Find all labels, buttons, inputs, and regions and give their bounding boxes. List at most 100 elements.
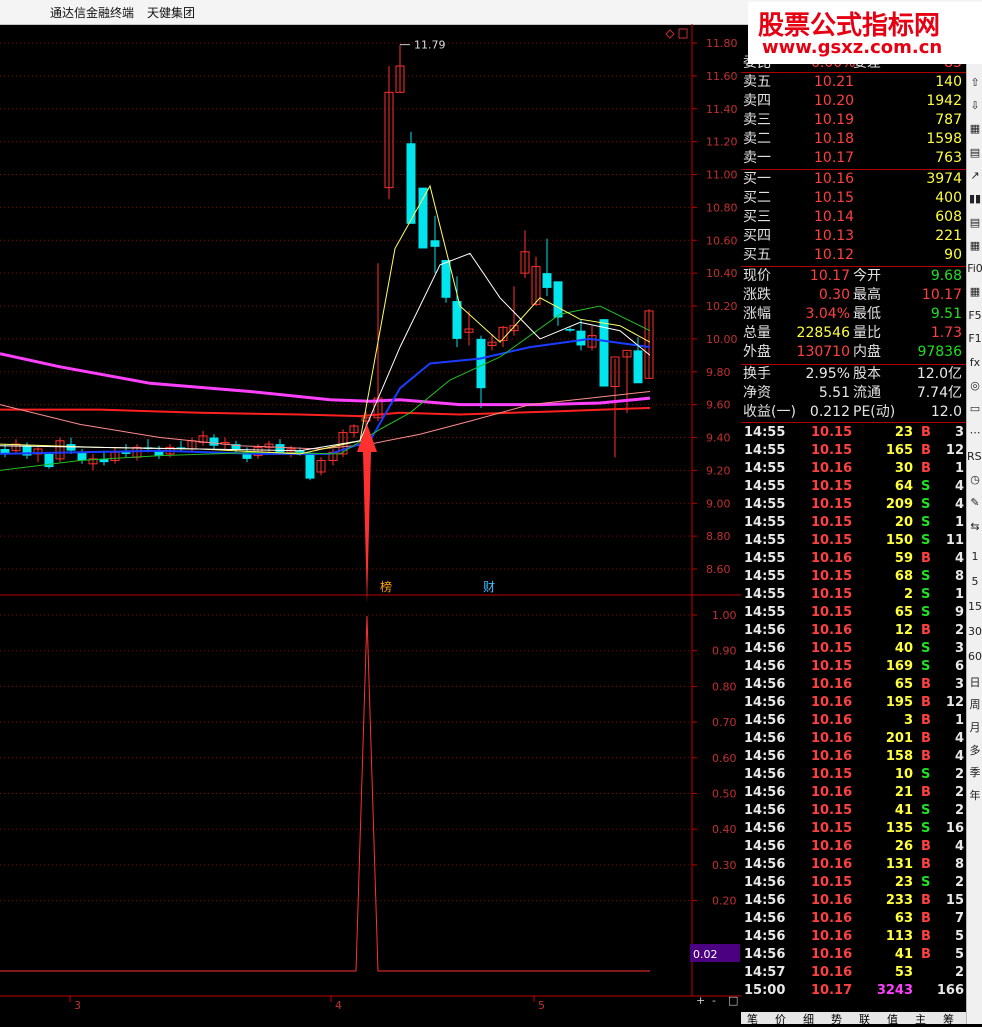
tick-side: B: [921, 623, 931, 638]
toolbar-button[interactable]: 5: [967, 573, 982, 591]
high-marker-label: 11.79: [414, 39, 446, 52]
toolbar-button[interactable]: fx: [967, 354, 982, 372]
toolbar-button[interactable]: Fi0: [967, 260, 982, 278]
price-axis-label: 10.80: [706, 201, 738, 214]
toolbar-button[interactable]: ⇩: [967, 97, 982, 115]
tick-row: 14:55 10.15 65 S 9: [741, 604, 966, 622]
tick-volume: 3243: [876, 983, 913, 998]
toolbar-button[interactable]: ◷: [967, 471, 982, 489]
price-axis-label: 8.60: [706, 563, 731, 576]
bid-row[interactable]: 买二 10.15 400: [741, 189, 966, 207]
window-icon: [678, 28, 688, 39]
candle-down: [77, 452, 87, 461]
window-button[interactable]: □: [728, 994, 738, 1007]
diamond-icon: [665, 29, 675, 39]
bottom-tab[interactable]: 势: [831, 1011, 842, 1027]
tick-count: 1: [954, 515, 964, 530]
bottom-tab[interactable]: 细: [803, 1011, 814, 1027]
bottom-tab[interactable]: 筹: [943, 1011, 954, 1027]
tick-count: 15: [945, 893, 964, 908]
tick-row: 14:56 10.15 41 S 2: [741, 802, 966, 820]
stat-label: 今开: [853, 268, 881, 284]
toolbar-button[interactable]: ⋯: [967, 424, 982, 442]
tick-row: 14:56 10.15 169 S 6: [741, 658, 966, 676]
toolbar-button[interactable]: 30: [967, 623, 982, 641]
toolbar-button[interactable]: ▦: [967, 237, 982, 255]
tick-volume: 135: [885, 821, 913, 836]
tick-row: 14:56 10.16 41 B 5: [741, 946, 966, 964]
bottom-tab[interactable]: 价: [775, 1011, 786, 1027]
ask-price: 10.19: [814, 112, 855, 128]
bid-label: 买四: [743, 228, 771, 244]
kline-chart[interactable]: 11.80 11.60 11.40 11.20 11.00 10.80 10.60 10.40…: [0, 24, 741, 1012]
bottom-tab[interactable]: 联: [859, 1011, 870, 1027]
toolbar-button[interactable]: 1: [967, 548, 982, 566]
indicator-axis-label: 0.60: [712, 752, 737, 765]
price-axis-label: 9.20: [706, 464, 731, 477]
tick-row: 14:56 10.16 21 B 2: [741, 784, 966, 802]
tick-side: B: [921, 425, 931, 440]
candle-down: [633, 350, 643, 384]
toolbar-button[interactable]: 年: [967, 787, 982, 805]
toolbar-button[interactable]: ▤: [967, 214, 982, 232]
ask-row[interactable]: 卖四 10.20 1942: [741, 92, 966, 110]
toolbar-button[interactable]: ▤: [967, 144, 982, 162]
bid-row[interactable]: 买一 10.16 3974: [741, 170, 966, 188]
toolbar-button[interactable]: ↗: [967, 167, 982, 185]
tick-count: 12: [945, 443, 964, 458]
toolbar-button[interactable]: RSI: [967, 448, 982, 466]
tick-side: B: [921, 947, 931, 962]
tick-time: 14:56: [744, 911, 786, 926]
price-axis-label: 9.00: [706, 497, 731, 510]
ma-line-white: [0, 252, 651, 452]
zoom-in-button[interactable]: +: [696, 994, 705, 1007]
ask-label: 卖五: [743, 74, 771, 90]
bid-row[interactable]: 买四 10.13 221: [741, 227, 966, 245]
toolbar-button[interactable]: ▦: [967, 120, 982, 138]
toolbar-button[interactable]: ⇧: [967, 74, 982, 92]
toolbar-button[interactable]: ▭: [967, 400, 982, 418]
stat-value: 2.95%: [805, 366, 850, 382]
candle-down: [476, 338, 486, 389]
tick-side: S: [921, 641, 931, 656]
bid-row[interactable]: 买五 10.12 90: [741, 246, 966, 264]
toolbar-button[interactable]: ⇆: [967, 518, 982, 536]
tick-price: 10.15: [811, 479, 853, 494]
toolbar-button[interactable]: ▮▮: [967, 190, 982, 208]
stat-label: 最高: [853, 287, 881, 303]
ask-row[interactable]: 卖三 10.19 787: [741, 111, 966, 129]
stat-value: 1.73: [930, 325, 962, 341]
toolbar-button[interactable]: 周: [967, 696, 982, 714]
toolbar-button[interactable]: 60: [967, 648, 982, 666]
tick-row: 14:56 10.16 12 B 2: [741, 622, 966, 640]
bottom-tab[interactable]: 笔: [747, 1011, 758, 1027]
toolbar-button[interactable]: F1: [967, 330, 982, 348]
ask-row[interactable]: 卖五 10.21 140: [741, 73, 966, 91]
price-axis-label: 11.40: [706, 103, 738, 116]
tick-side: B: [921, 785, 931, 800]
toolbar-button[interactable]: F5: [967, 307, 982, 325]
tick-row: 14:55 10.15 23 B 3: [741, 424, 966, 442]
bottom-tab[interactable]: 主: [915, 1011, 926, 1027]
tick-side: S: [921, 515, 931, 530]
price-axis-label: 10.60: [706, 234, 738, 247]
ask-row[interactable]: 卖一 10.17 763: [741, 149, 966, 167]
toolbar-button[interactable]: ▦: [967, 283, 982, 301]
toolbar-button[interactable]: 月: [967, 719, 982, 737]
toolbar-button[interactable]: 季: [967, 764, 982, 782]
tick-price: 10.15: [811, 587, 853, 602]
toolbar-button[interactable]: ✎: [967, 494, 982, 512]
tick-volume: 233: [885, 893, 913, 908]
tick-volume: 209: [885, 497, 913, 512]
toolbar-button[interactable]: 日: [967, 674, 982, 692]
stat2-row: 换手 2.95% 股本 12.0亿: [741, 365, 966, 383]
toolbar-button[interactable]: 15: [967, 598, 982, 616]
tick-volume: 131: [885, 857, 913, 872]
zoom-out-button[interactable]: -: [712, 994, 716, 1007]
ask-row[interactable]: 卖二 10.18 1598: [741, 130, 966, 148]
candle-down: [553, 281, 563, 318]
bottom-tab[interactable]: 值: [887, 1011, 898, 1027]
toolbar-button[interactable]: 多: [967, 742, 982, 760]
toolbar-button[interactable]: ◎: [967, 377, 982, 395]
bid-row[interactable]: 买三 10.14 608: [741, 208, 966, 226]
